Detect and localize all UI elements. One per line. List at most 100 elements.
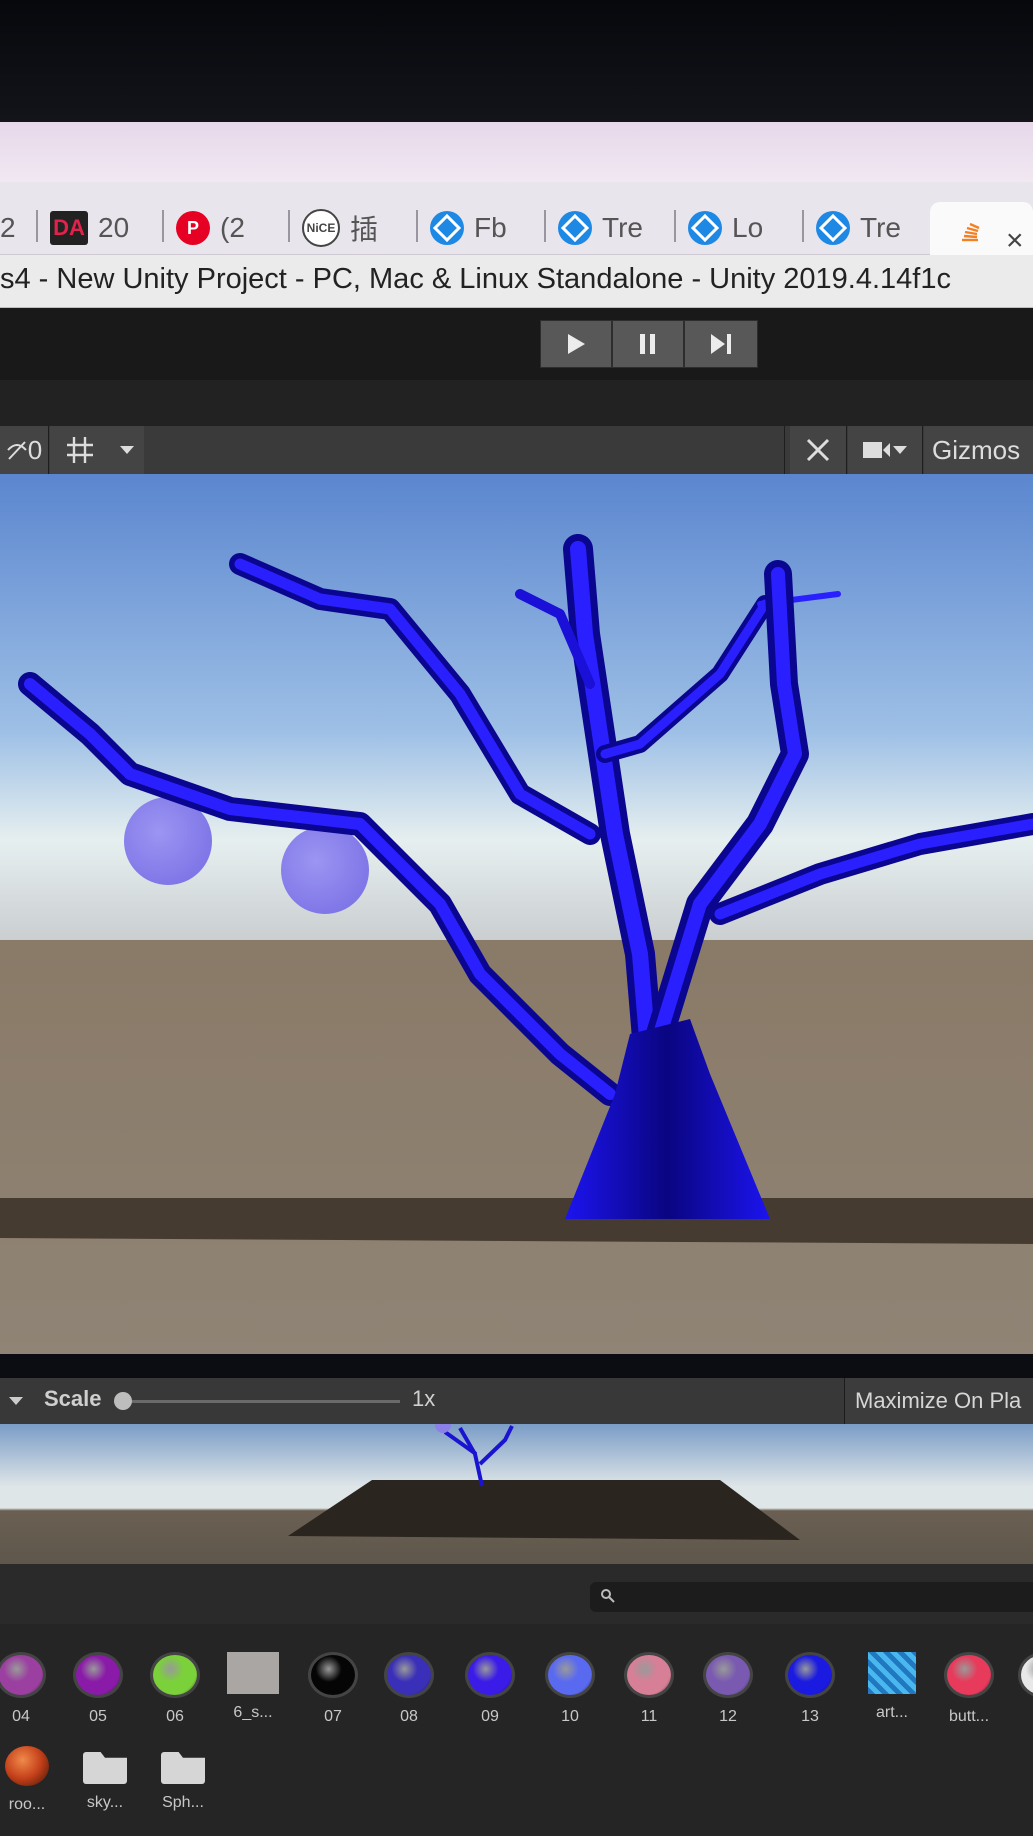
pause-icon xyxy=(640,334,655,354)
browser-tab-unity-tre-2[interactable]: Tre xyxy=(802,208,901,248)
asset-item[interactable]: 06 xyxy=(140,1652,210,1726)
chevron-down-icon xyxy=(893,446,907,454)
maximize-on-play-toggle[interactable]: Maximize On Pla xyxy=(844,1378,1033,1424)
asset-label: 10 xyxy=(561,1708,579,1725)
tab-separator xyxy=(544,210,546,242)
tab-separator xyxy=(416,210,418,242)
tab-label: Tre xyxy=(602,212,643,243)
browser-tab-0[interactable]: 2 xyxy=(0,208,16,248)
nice-icon: NiCE xyxy=(302,209,340,247)
tools-button[interactable] xyxy=(790,426,847,474)
asset-label: 12 xyxy=(719,1708,737,1725)
browser-tab-pinterest[interactable]: P (2 xyxy=(162,208,245,248)
asset-item[interactable]: art... xyxy=(857,1652,927,1722)
game-view[interactable] xyxy=(0,1424,1033,1564)
asset-item[interactable]: butt... xyxy=(934,1652,1004,1726)
step-button[interactable] xyxy=(684,320,758,368)
tab-label: 2 xyxy=(0,212,16,243)
tab-separator xyxy=(674,210,676,242)
scene-toolbar-spacer xyxy=(144,426,785,474)
toolbar-separator xyxy=(0,380,1033,426)
play-button[interactable] xyxy=(540,320,612,368)
tools-icon xyxy=(806,438,830,462)
pause-button[interactable] xyxy=(612,320,684,368)
sphere-object[interactable] xyxy=(281,826,369,914)
tab-close-icon[interactable]: × xyxy=(1006,224,1024,258)
scale-slider-thumb[interactable] xyxy=(114,1392,132,1410)
visibility-count: 0 xyxy=(27,434,43,465)
gizmos-button[interactable]: Gizmos xyxy=(924,426,1033,474)
asset-item[interactable]: roo... xyxy=(0,1746,62,1814)
unity-icon xyxy=(558,211,592,245)
asset-item[interactable]: Sph... xyxy=(148,1746,218,1812)
asset-item[interactable]: 09 xyxy=(455,1652,525,1726)
material-sphere-icon xyxy=(73,1652,123,1698)
chevron-down-icon[interactable] xyxy=(8,1396,24,1406)
browser-tab-unity-tre[interactable]: Tre xyxy=(544,208,643,248)
grid-snap-button[interactable] xyxy=(50,426,111,474)
scale-label: Scale xyxy=(44,1386,102,1411)
material-sphere-icon xyxy=(785,1652,835,1698)
tab-separator xyxy=(36,210,38,242)
asset-label: 04 xyxy=(12,1708,30,1725)
browser-tab-unity-lo[interactable]: Lo xyxy=(674,208,764,248)
material-sphere-icon xyxy=(150,1652,200,1698)
asset-label: 05 xyxy=(89,1708,107,1725)
tab-label: (2 xyxy=(220,212,245,243)
window-title: s4 - New Unity Project - PC, Mac & Linux… xyxy=(0,263,951,295)
browser-tab-bar: 2 DA 20 P (2 NiCE 插 Fb Tre Lo Tre xyxy=(0,182,1033,255)
asset-item[interactable]: c xyxy=(1008,1652,1033,1726)
asset-item[interactable]: 08 xyxy=(374,1652,444,1726)
grid-dropdown[interactable] xyxy=(110,426,145,474)
unity-icon xyxy=(430,211,464,245)
asset-label: 08 xyxy=(400,1708,418,1725)
asset-label: 11 xyxy=(640,1708,658,1725)
asset-label: art... xyxy=(875,1704,908,1721)
asset-item[interactable]: 04 xyxy=(0,1652,56,1726)
camera-icon xyxy=(863,442,890,458)
browser-tab-deviantart[interactable]: DA 20 xyxy=(36,208,129,248)
asset-label: butt... xyxy=(948,1708,990,1725)
tab-label: Tre xyxy=(860,212,901,243)
project-assets-panel: 04 05 06 6_s... 07 08 09 10 11 12 13 art... butt... c… xyxy=(0,1624,1033,1836)
browser-tab-nice[interactable]: NiCE 插 xyxy=(288,208,378,248)
chevron-down-icon xyxy=(120,446,134,454)
asset-label: c xyxy=(1008,1708,1033,1726)
asset-item[interactable]: sky... xyxy=(70,1746,140,1812)
ground-plane xyxy=(0,1198,1033,1244)
grid-snap-icon xyxy=(67,437,93,463)
material-sphere-icon xyxy=(384,1652,434,1698)
asset-item[interactable]: 13 xyxy=(775,1652,845,1726)
deviantart-icon: DA xyxy=(50,211,88,245)
maximize-label: Maximize On Pla xyxy=(855,1388,1022,1413)
folder-icon xyxy=(83,1752,127,1784)
asset-label: 07 xyxy=(324,1708,342,1725)
scene-viewport[interactable] xyxy=(0,474,1033,1354)
asset-label: roo... xyxy=(8,1796,46,1813)
visibility-icon xyxy=(7,441,27,460)
asset-item[interactable]: 6_s... xyxy=(218,1652,288,1722)
tab-label: Lo xyxy=(732,212,764,243)
scene-toolbar: 0 Gizmos xyxy=(0,426,1033,475)
material-sphere-icon xyxy=(868,1652,916,1694)
scene-visibility-toggle[interactable]: 0 xyxy=(0,426,49,474)
unity-icon xyxy=(688,211,722,245)
scale-slider[interactable] xyxy=(114,1392,400,1410)
asset-item[interactable]: 05 xyxy=(63,1652,133,1726)
step-icon xyxy=(711,334,731,354)
camera-button[interactable] xyxy=(848,426,923,474)
browser-tab-unity-fb[interactable]: Fb xyxy=(416,208,507,248)
asset-search-input[interactable] xyxy=(590,1582,1033,1612)
search-icon xyxy=(601,1589,615,1603)
asset-item[interactable]: 10 xyxy=(535,1652,605,1726)
game-view-toolbar: Scale 1x Maximize On Pla xyxy=(0,1378,1033,1424)
browser-frame xyxy=(0,122,1033,182)
unity-icon xyxy=(816,211,850,245)
asset-item[interactable]: 12 xyxy=(693,1652,763,1726)
material-sphere-icon xyxy=(1018,1652,1033,1698)
gizmos-label: Gizmos xyxy=(932,434,1021,465)
asset-item[interactable]: 11 xyxy=(614,1652,684,1726)
window-title-bar: s4 - New Unity Project - PC, Mac & Linux… xyxy=(0,255,1033,308)
asset-item[interactable]: 07 xyxy=(298,1652,368,1726)
tab-label: Fb xyxy=(474,212,507,243)
